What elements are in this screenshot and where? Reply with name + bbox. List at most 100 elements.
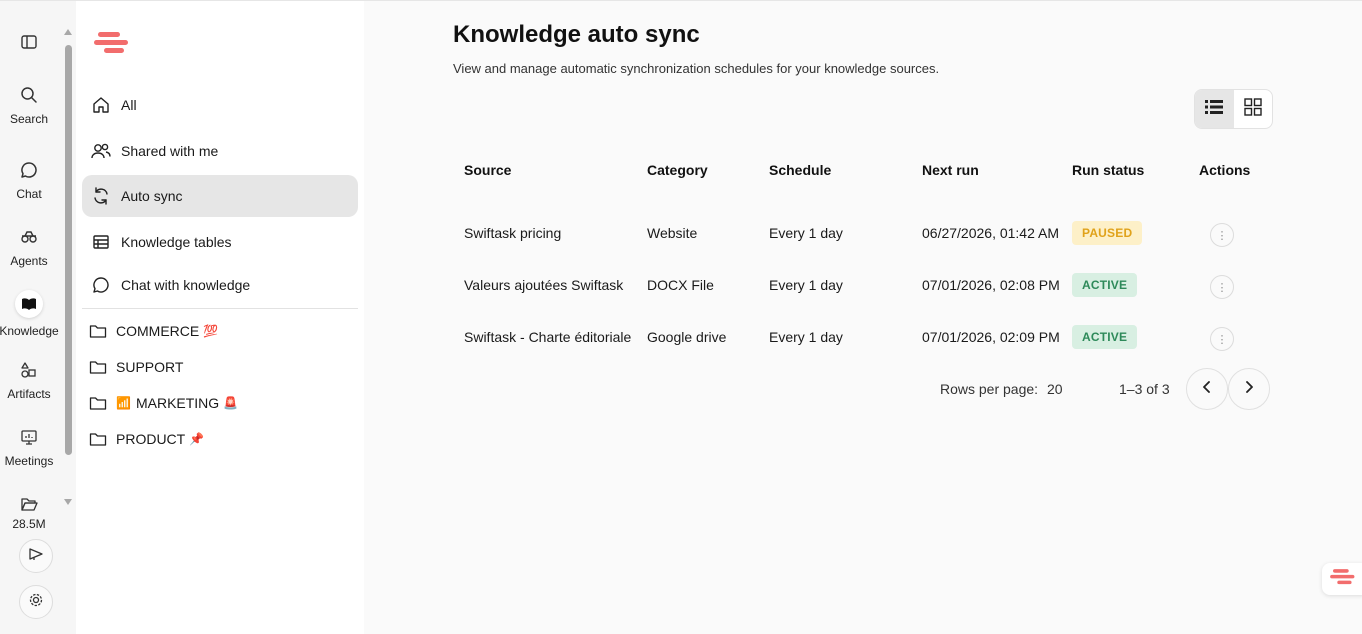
- knowledge-sidebar: All Shared with me Auto sync Knowledge t…: [76, 1, 364, 634]
- hundred-emoji-icon: 💯: [203, 324, 219, 338]
- row-actions-button[interactable]: ⋮: [1210, 275, 1234, 299]
- chat-bubble-icon: [90, 274, 112, 296]
- more-vertical-icon: ⋮: [1216, 333, 1228, 346]
- chat-icon: [18, 159, 40, 181]
- col-header-run-status[interactable]: Run status: [1072, 162, 1144, 178]
- folder-support-label: SUPPORT: [116, 359, 184, 375]
- col-header-actions: Actions: [1199, 162, 1251, 178]
- col-header-next-run[interactable]: Next run: [922, 162, 979, 178]
- pushpin-emoji-icon: 📌: [189, 432, 205, 446]
- rail-storage[interactable]: 28.5M: [0, 493, 58, 531]
- rail-sidebar-toggle[interactable]: [0, 31, 58, 53]
- book-icon: [15, 290, 43, 318]
- page-subtitle: View and manage automatic synchronizatio…: [453, 61, 940, 76]
- folder-commerce[interactable]: COMMERCE 💯: [88, 321, 218, 341]
- siren-emoji-icon: 🚨: [223, 396, 239, 410]
- shapes-icon: [18, 359, 40, 381]
- folder-icon: [88, 393, 108, 413]
- table-icon: [90, 231, 112, 253]
- row-actions-button[interactable]: ⋮: [1210, 327, 1234, 351]
- rail-chat[interactable]: Chat: [0, 159, 58, 201]
- nav-shared-with-me[interactable]: Shared with me: [82, 130, 358, 172]
- rail-agents[interactable]: Agents: [0, 226, 58, 268]
- nav-all[interactable]: All: [82, 84, 358, 126]
- cell-next-run: 07/01/2026, 02:09 PM: [922, 329, 1060, 345]
- folder-marketing[interactable]: 📶 MARKETING 🚨: [88, 393, 238, 413]
- cell-schedule: Every 1 day: [769, 225, 843, 241]
- rail-knowledge[interactable]: Knowledge: [0, 290, 59, 338]
- home-icon: [90, 94, 112, 116]
- cell-category: Google drive: [647, 329, 727, 345]
- main-content: Knowledge auto sync View and manage auto…: [364, 1, 1362, 634]
- rail-storage-label: 28.5M: [12, 517, 46, 531]
- folder-product[interactable]: PRODUCT 📌: [88, 429, 204, 449]
- col-header-category[interactable]: Category: [647, 162, 708, 178]
- folder-product-label: PRODUCT: [116, 431, 186, 447]
- scroll-up-arrow[interactable]: [64, 29, 72, 35]
- folder-icon: [88, 357, 108, 377]
- more-vertical-icon: ⋮: [1216, 281, 1228, 294]
- row-actions-button[interactable]: ⋮: [1210, 223, 1234, 247]
- scrollbar-thumb[interactable]: [65, 45, 72, 455]
- rail-chat-label: Chat: [16, 187, 42, 201]
- settings-button[interactable]: [19, 585, 53, 619]
- more-vertical-icon: ⋮: [1216, 229, 1228, 242]
- announce-button[interactable]: [19, 539, 53, 573]
- gear-icon: [28, 592, 44, 613]
- scroll-down-arrow[interactable]: [64, 499, 72, 505]
- chevron-left-icon: [1202, 380, 1212, 399]
- signal-bars-emoji-icon: 📶: [116, 396, 131, 410]
- cell-schedule: Every 1 day: [769, 277, 843, 293]
- nav-auto-sync[interactable]: Auto sync: [82, 175, 358, 217]
- folder-open-icon: [18, 493, 40, 515]
- col-header-source[interactable]: Source: [464, 162, 511, 178]
- cell-source: Swiftask pricing: [464, 225, 562, 241]
- sidebar-divider: [82, 308, 358, 309]
- view-toggle: [1194, 89, 1273, 129]
- list-icon: [1205, 99, 1224, 119]
- status-badge: ACTIVE: [1072, 273, 1138, 297]
- page-title: Knowledge auto sync: [453, 21, 700, 48]
- nav-auto-sync-label: Auto sync: [121, 188, 183, 204]
- rail-agents-label: Agents: [10, 254, 48, 268]
- floating-assistant-button[interactable]: [1322, 563, 1362, 595]
- nav-chat-with-knowledge[interactable]: Chat with knowledge: [82, 264, 358, 306]
- col-header-schedule[interactable]: Schedule: [769, 162, 831, 178]
- rail-meetings-label: Meetings: [4, 454, 54, 468]
- cell-category: DOCX File: [647, 277, 714, 293]
- grid-icon: [1244, 97, 1262, 121]
- pagination-range: 1–3 of 3: [1119, 381, 1170, 397]
- rail-search[interactable]: Search: [0, 84, 58, 126]
- left-rail: Search Chat Agents Knowledge Artifacts M…: [0, 1, 76, 634]
- grid-view-button[interactable]: [1234, 90, 1273, 128]
- next-page-button[interactable]: [1228, 368, 1270, 410]
- sidebar-toggle-icon: [18, 31, 40, 53]
- sync-icon: [90, 185, 112, 207]
- chevron-right-icon: [1244, 380, 1254, 399]
- nav-knowledge-tables-label: Knowledge tables: [121, 234, 232, 250]
- rail-artifacts-label: Artifacts: [7, 387, 51, 401]
- folder-commerce-label: COMMERCE: [116, 323, 200, 339]
- rows-per-page-select[interactable]: 20: [1047, 381, 1063, 397]
- nav-chat-knowledge-label: Chat with knowledge: [121, 277, 251, 293]
- cell-category: Website: [647, 225, 698, 241]
- list-view-button[interactable]: [1195, 90, 1234, 128]
- cell-source: Valeurs ajoutées Swiftask: [464, 277, 624, 293]
- rail-search-label: Search: [9, 112, 49, 126]
- folder-marketing-label: MARKETING: [135, 395, 220, 411]
- users-icon: [90, 140, 112, 162]
- cell-next-run: 06/27/2026, 01:42 AM: [922, 225, 1059, 241]
- folder-support[interactable]: SUPPORT: [88, 357, 183, 377]
- nav-shared-label: Shared with me: [121, 143, 219, 159]
- megaphone-icon: [28, 546, 44, 567]
- agents-icon: [18, 226, 40, 248]
- nav-knowledge-tables[interactable]: Knowledge tables: [82, 221, 358, 263]
- search-icon: [18, 84, 40, 106]
- status-badge: PAUSED: [1072, 221, 1143, 245]
- rail-artifacts[interactable]: Artifacts: [0, 359, 58, 401]
- cell-schedule: Every 1 day: [769, 329, 843, 345]
- brand-logo[interactable]: [94, 29, 130, 62]
- rail-knowledge-label: Knowledge: [0, 324, 59, 338]
- rail-meetings[interactable]: Meetings: [0, 426, 58, 468]
- prev-page-button[interactable]: [1186, 368, 1228, 410]
